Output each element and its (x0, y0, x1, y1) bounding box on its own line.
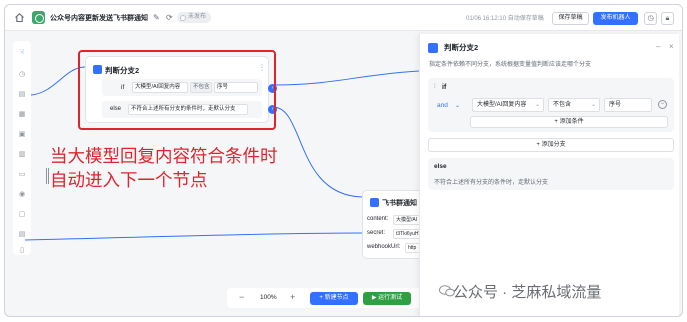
field-key-webhook: webhookUrl: (367, 244, 401, 250)
annotation-line-1: 当大模型回复内容符合条件时 (50, 147, 278, 167)
panel-description: 指定条件依赖不同分支，系统根据变量值判断应该走哪个分支 (429, 62, 592, 68)
feishu-icon (370, 198, 379, 207)
chevron-down-icon: ⌄ (590, 102, 596, 108)
annotation-text: 当大模型回复内容符合条件时 自动进入下一个节点 (50, 145, 278, 193)
condition-operator-select[interactable]: 不包含 ⌄ (548, 98, 600, 112)
annotation-line-2: 自动进入下一个节点 (50, 171, 208, 191)
condition-variable-value: 大模型/AI回复内容 (477, 102, 527, 108)
remove-condition-icon[interactable]: − (658, 100, 667, 109)
highlight-box (78, 50, 276, 130)
watermark-text: 公众号 · 芝麻私域流量 (453, 284, 602, 301)
panel-title-input[interactable]: 判断分支2 (442, 41, 652, 55)
app-window: 公众号内容更新发送飞书群通知 ⌄ ✎ ⟳ 未发布 01/06 16:12:10 … (4, 4, 683, 317)
drag-handle-icon[interactable]: ⁞ (434, 84, 436, 90)
chevron-down-icon: ⌄ (534, 102, 540, 108)
else-branch-block: else 不符合上述所有分支的条件时，走默认分支 (428, 158, 674, 190)
zoom-level: 100% (260, 294, 277, 301)
zoom-in-button[interactable]: + (290, 292, 295, 302)
condition-variable-select[interactable]: 大模型/AI回复内容 ⌄ (472, 98, 544, 112)
chevron-down-icon[interactable]: ⌄ (455, 102, 460, 109)
zoom-out-button[interactable]: − (239, 292, 244, 302)
if-branch-block: ⁞ if and ⌄ 大模型/AI回复内容 ⌄ 不包含 ⌄ 序号 − + 添加条… (428, 78, 674, 132)
else-title: else (434, 163, 447, 170)
feishu-node-title: 飞书群通知 (382, 200, 417, 207)
condition-value-input[interactable]: 序号 (604, 98, 652, 112)
field-key-content: content: (367, 216, 389, 222)
bottom-toolbar: − 100% + + 新建节点 ▶ 运行测试 (227, 288, 445, 308)
minimize-icon[interactable]: – (656, 42, 660, 51)
if-label: if (442, 84, 447, 91)
branch-icon (428, 43, 438, 53)
add-condition-button[interactable]: + 添加条件 (470, 116, 668, 128)
field-key-secret: secret: (367, 230, 386, 236)
close-icon[interactable]: × (669, 42, 674, 51)
branch-settings-panel: 判断分支2 – × 指定条件依赖不同分支，系统根据变量值判断应该走哪个分支 ⁞ … (419, 34, 679, 316)
run-test-button[interactable]: ▶ 运行测试 (363, 292, 411, 305)
condition-operator-value: 不包含 (553, 102, 572, 108)
else-description: 不符合上述所有分支的条件时，走默认分支 (434, 180, 549, 186)
new-node-button[interactable]: + 新建节点 (310, 292, 358, 305)
add-branch-button[interactable]: + 添加分支 (428, 138, 674, 152)
logic-selector[interactable]: and (437, 102, 448, 109)
